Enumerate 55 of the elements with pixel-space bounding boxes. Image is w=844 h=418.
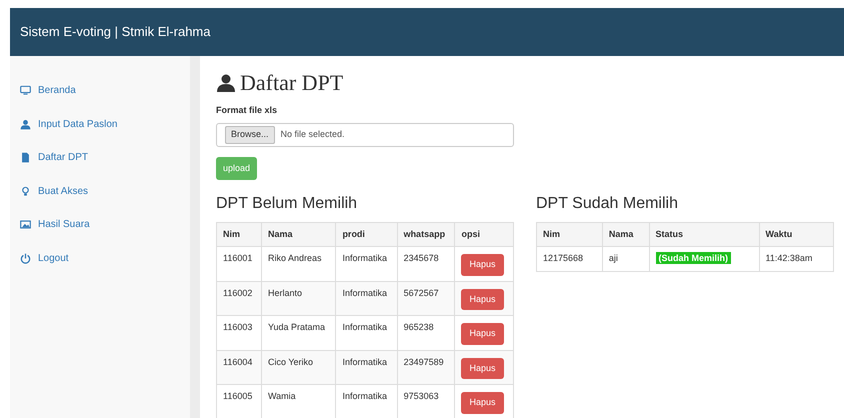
table-cell: 2345678 (397, 246, 455, 282)
table-cell: 11:42:38am (759, 246, 834, 272)
upload-button[interactable]: upload (216, 156, 258, 180)
table-cell: 116001 (216, 246, 262, 282)
app-title[interactable]: Sistem E-voting | Stmik El-rahma (20, 22, 210, 42)
sidebar-item[interactable]: Input Data Paslon (10, 108, 190, 141)
table-cell: Herlanto (262, 281, 336, 316)
column-header: prodi (336, 222, 398, 247)
sidebar-item[interactable]: Daftar DPT (10, 141, 190, 174)
table-cell: Informatika (336, 350, 398, 385)
column-header: opsi (454, 222, 514, 247)
power-icon (20, 252, 31, 264)
delete-button[interactable]: Hapus (461, 358, 504, 380)
status-badge: (Sudah Memilih) (656, 252, 732, 264)
table-cell: Informatika (336, 281, 398, 316)
delete-button[interactable]: Hapus (461, 323, 504, 345)
section-title: DPT Belum Memilih (216, 194, 358, 214)
table-cell: aji (602, 246, 650, 272)
column-header: Status (649, 222, 760, 247)
monitor-icon (20, 85, 31, 96)
table-cell: Riko Andreas (262, 246, 336, 282)
table-cell: 12175668 (536, 246, 602, 272)
column-header: Nim (536, 222, 602, 247)
sidebar-item[interactable]: Hasil Suara (10, 208, 190, 242)
column-header: Nama (262, 222, 336, 247)
section-title: DPT Sudah Memilih (536, 194, 679, 214)
delete-button[interactable]: Hapus (461, 392, 504, 414)
sidebar-item[interactable]: Buat Akses (10, 174, 190, 208)
table-cell: Yuda Pratama (262, 316, 336, 350)
page-title: Daftar DPT (240, 70, 344, 96)
column-header: Nim (216, 222, 262, 247)
column-header: Waktu (759, 222, 834, 247)
lightbulb-icon (20, 186, 31, 197)
delete-button[interactable]: Hapus (461, 254, 504, 276)
column-header: Nama (602, 222, 650, 247)
sidebar-item[interactable]: Logout (10, 242, 190, 275)
image-icon (20, 219, 31, 230)
user-icon (20, 118, 31, 130)
table-cell: Informatika (336, 246, 398, 282)
field-label: Format file xls (216, 104, 278, 118)
document-icon (20, 152, 31, 164)
table-cell: 965238 (397, 316, 455, 350)
table-cell: 116005 (216, 384, 262, 418)
user-icon (216, 73, 236, 94)
table-cell: Cico Yeriko (262, 350, 336, 385)
table-cell: 116004 (216, 350, 262, 385)
column-header: whatsapp (397, 222, 455, 247)
sidebar-item[interactable]: Beranda (10, 74, 190, 108)
file-input[interactable]: Browse... No file selected. (216, 122, 514, 147)
table-cell: 116003 (216, 316, 262, 350)
table-cell: 5672567 (397, 281, 455, 316)
table-cell: 116002 (216, 281, 262, 316)
delete-button[interactable]: Hapus (461, 288, 504, 310)
table-cell: Informatika (336, 316, 398, 350)
table-cell: 23497589 (397, 350, 455, 385)
